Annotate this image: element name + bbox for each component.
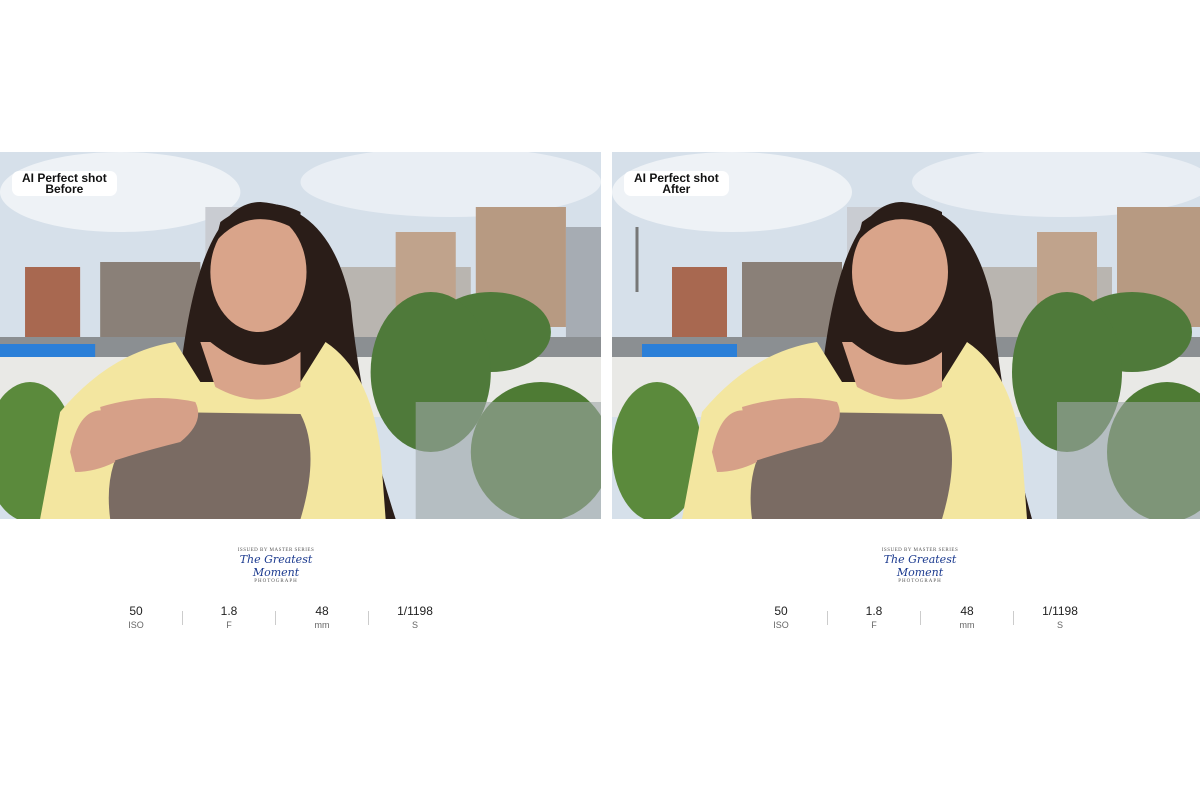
stat-unit: S (1056, 620, 1063, 630)
camera-stats: 50 ISO 1.8 F 48 mm 1/1198 S (735, 604, 1106, 632)
stat-unit: mm (959, 620, 975, 630)
signature-logo: ISSUED BY MASTER SERIES The Greatest Mom… (870, 548, 970, 585)
stat-unit: ISO (128, 620, 144, 630)
stat-value: 50 (129, 604, 143, 618)
stat-aperture: 1.8 F (828, 604, 920, 632)
stat-focal-length: 48 mm (921, 604, 1013, 632)
before-panel: AI Perfect shot Before ISSUED BY MASTER … (0, 152, 601, 800)
before-label: AI Perfect shot Before (12, 171, 117, 196)
stat-shutter: 1/1198 S (1014, 604, 1106, 632)
stat-value: 1.8 (220, 604, 238, 618)
stat-value: 50 (774, 604, 788, 618)
photo-illustration (0, 152, 601, 519)
signature-main: The Greatest Moment (883, 553, 957, 579)
signature-bottom: PHOTOGRAPH (254, 579, 298, 584)
stat-unit: F (871, 620, 877, 630)
stat-value: 48 (960, 604, 974, 618)
stat-unit: mm (314, 620, 330, 630)
stat-shutter: 1/1198 S (369, 604, 461, 632)
after-panel: AI Perfect shot After ISSUED BY MASTER S… (612, 152, 1200, 800)
before-photo: AI Perfect shot Before (0, 152, 601, 519)
stat-iso: 50 ISO (90, 604, 182, 632)
stat-unit: F (226, 620, 232, 630)
camera-stats: 50 ISO 1.8 F 48 mm 1/1198 S (90, 604, 461, 632)
after-photo: AI Perfect shot After (612, 152, 1200, 519)
stat-value: 1.8 (865, 604, 883, 618)
stat-unit: ISO (773, 620, 789, 630)
photo-illustration (612, 152, 1200, 519)
stat-value: 1/1198 (1042, 604, 1078, 618)
label-line2: After (662, 182, 691, 196)
signature-logo: ISSUED BY MASTER SERIES The Greatest Mom… (226, 548, 326, 585)
stat-value: 48 (315, 604, 329, 618)
stat-focal-length: 48 mm (276, 604, 368, 632)
signature-bottom: PHOTOGRAPH (898, 579, 942, 584)
label-line2: Before (45, 182, 84, 196)
stat-aperture: 1.8 F (183, 604, 275, 632)
stat-value: 1/1198 (397, 604, 433, 618)
stat-unit: S (411, 620, 418, 630)
after-label: AI Perfect shot After (624, 171, 729, 196)
signature-main: The Greatest Moment (239, 553, 313, 579)
stat-iso: 50 ISO (735, 604, 827, 632)
